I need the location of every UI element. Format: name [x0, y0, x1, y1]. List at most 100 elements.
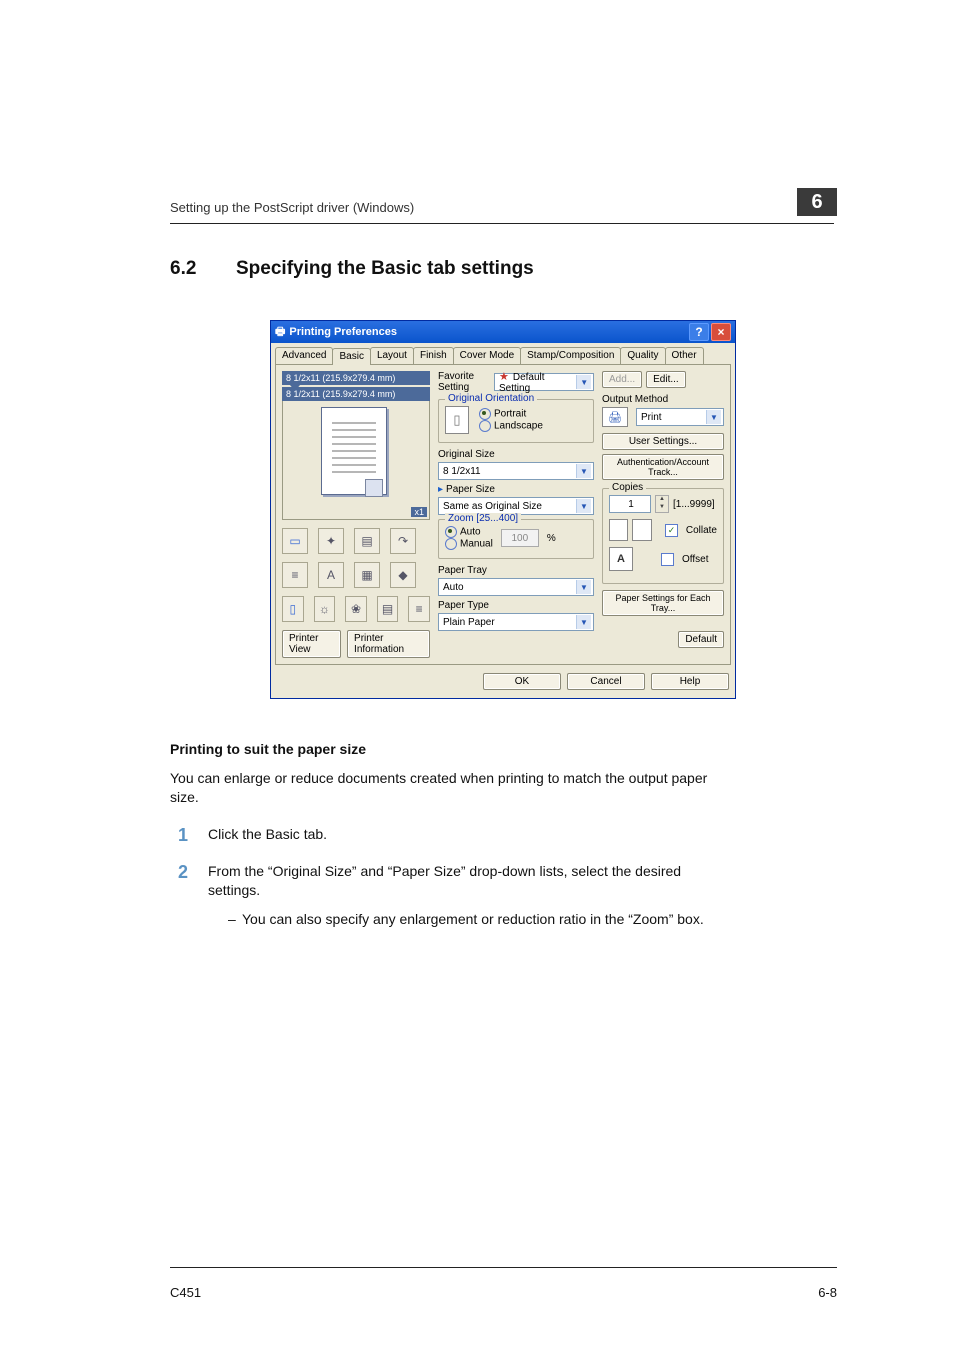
cancel-button[interactable]: Cancel [567, 673, 645, 690]
option-icon[interactable]: ☼ [314, 596, 336, 622]
collate-icon [632, 519, 651, 541]
printer-info-button[interactable]: Printer Information [347, 630, 430, 658]
collate-icon [609, 519, 628, 541]
step-number-1: 1 [170, 825, 188, 846]
paper-settings-tray-button[interactable]: Paper Settings for Each Tray... [602, 590, 724, 616]
subhead: Printing to suit the paper size [170, 741, 834, 757]
option-icon[interactable]: ▤ [354, 528, 380, 554]
header-rule [170, 223, 834, 224]
footer-rule [170, 1267, 837, 1268]
option-icon[interactable]: ≡ [408, 596, 430, 622]
printer-icon: 🖶 [275, 323, 285, 342]
orientation-group-title: Original Orientation [445, 393, 537, 404]
preview-header-bottom: 8 1/2x11 (215.9x279.4 mm) [282, 387, 430, 401]
tab-layout[interactable]: Layout [370, 347, 414, 364]
paper-tray-label: Paper Tray [438, 565, 594, 576]
printer-icon: 🖨 [602, 407, 628, 427]
screenshot-dialog: 🖶 Printing Preferences ? × Advanced Basi… [270, 320, 734, 699]
ok-button[interactable]: OK [483, 673, 561, 690]
copies-group-title: Copies [609, 482, 646, 493]
page-preview: x1 [282, 401, 430, 520]
add-button: Add... [602, 371, 642, 388]
zoom-pct: % [547, 533, 556, 544]
zoom-manual-radio[interactable]: Manual [445, 538, 493, 550]
calendar-icon [365, 479, 383, 497]
footer-model: C451 [170, 1285, 201, 1300]
running-head: Setting up the PostScript driver (Window… [170, 200, 834, 215]
chevron-down-icon: ▼ [576, 499, 591, 513]
paper-type-dropdown[interactable]: Plain Paper▼ [438, 613, 594, 631]
tab-stamp[interactable]: Stamp/Composition [520, 347, 621, 364]
copies-input[interactable]: 1 [609, 495, 651, 513]
star-icon: ★ [499, 371, 509, 383]
arrow-down-icon [290, 385, 300, 391]
paper-type-label: Paper Type [438, 600, 594, 611]
offset-checkbox[interactable] [661, 553, 674, 566]
portrait-radio[interactable]: Portrait [479, 408, 543, 420]
dialog-titlebar: 🖶 Printing Preferences ? × [271, 321, 735, 343]
option-icon[interactable]: ▤ [377, 596, 399, 622]
option-icon[interactable]: ❀ [345, 596, 367, 622]
tab-advanced[interactable]: Advanced [275, 347, 333, 364]
dialog-title: Printing Preferences [289, 326, 397, 338]
output-method-dropdown[interactable]: Print▼ [636, 408, 724, 426]
tab-other[interactable]: Other [665, 347, 704, 364]
section-name: Specifying the Basic tab settings [236, 258, 534, 279]
offset-icon: A [609, 547, 633, 571]
paper-size-label: Paper Size [446, 484, 495, 495]
step-2: From the “Original Size” and “Paper Size… [208, 862, 730, 929]
section-number: 6.2 [170, 258, 236, 280]
original-size-dropdown[interactable]: 8 1/2x11▼ [438, 462, 594, 480]
landscape-radio[interactable]: Landscape [479, 420, 543, 432]
option-icon[interactable]: ▭ [282, 528, 308, 554]
favorite-label: Favorite Setting [438, 371, 490, 393]
footer-page: 6-8 [818, 1285, 837, 1300]
zoom-x1-badge: x1 [411, 507, 427, 517]
option-icons: ▭ ✦ ▤ ↷ ≡ A ▦ ◆ ▯ ☼ [282, 528, 430, 622]
output-method-label: Output Method [602, 394, 724, 405]
paper-tray-dropdown[interactable]: Auto▼ [438, 578, 594, 596]
chevron-down-icon: ▼ [706, 410, 721, 424]
close-icon[interactable]: × [711, 323, 731, 341]
step-number-2: 2 [170, 862, 188, 929]
arrow-down-icon: ▸ [438, 484, 443, 495]
help-button[interactable]: Help [651, 673, 729, 690]
option-icon[interactable]: ≡ [282, 562, 308, 588]
printer-view-button[interactable]: Printer View [282, 630, 341, 658]
portrait-icon: ▯ [445, 406, 469, 434]
chapter-badge: 6 [797, 188, 837, 216]
intro-paragraph: You can enlarge or reduce documents crea… [170, 769, 730, 807]
edit-button[interactable]: Edit... [646, 371, 686, 388]
tab-panel-basic: 8 1/2x11 (215.9x279.4 mm) 8 1/2x11 (215.… [275, 364, 731, 665]
default-button[interactable]: Default [678, 631, 724, 648]
copies-range: [1...9999] [673, 499, 715, 510]
dialog-button-bar: OK Cancel Help [271, 671, 735, 698]
zoom-auto-radio[interactable]: Auto [445, 526, 493, 538]
help-icon[interactable]: ? [689, 323, 709, 341]
collate-checkbox[interactable]: ✓ [665, 524, 678, 537]
favorite-dropdown[interactable]: ★Default Setting ▼ [494, 373, 594, 391]
offset-label: Offset [682, 554, 709, 565]
option-icon[interactable]: ▦ [354, 562, 380, 588]
tab-basic[interactable]: Basic [332, 348, 370, 365]
original-size-label: Original Size [438, 449, 594, 460]
tab-cover-mode[interactable]: Cover Mode [453, 347, 521, 364]
option-icon[interactable]: ▯ [282, 596, 304, 622]
tab-finish[interactable]: Finish [413, 347, 454, 364]
option-icon[interactable]: A [318, 562, 344, 588]
chevron-down-icon: ▼ [576, 464, 591, 478]
tab-quality[interactable]: Quality [620, 347, 665, 364]
option-icon[interactable]: ✦ [318, 528, 344, 554]
chevron-down-icon: ▼ [576, 615, 591, 629]
auth-track-button[interactable]: Authentication/Account Track... [602, 454, 724, 480]
option-icon[interactable]: ↷ [390, 528, 416, 554]
tab-bar: Advanced Basic Layout Finish Cover Mode … [271, 343, 735, 364]
zoom-value[interactable]: 100 [501, 529, 539, 547]
step-1: Click the Basic tab. [208, 825, 730, 846]
preview-header-top: 8 1/2x11 (215.9x279.4 mm) [282, 371, 430, 385]
chevron-down-icon: ▼ [576, 375, 591, 389]
collate-label: Collate [686, 525, 717, 536]
option-icon[interactable]: ◆ [390, 562, 416, 588]
section-title: 6.2Specifying the Basic tab settings [170, 258, 834, 280]
user-settings-button[interactable]: User Settings... [602, 433, 724, 450]
